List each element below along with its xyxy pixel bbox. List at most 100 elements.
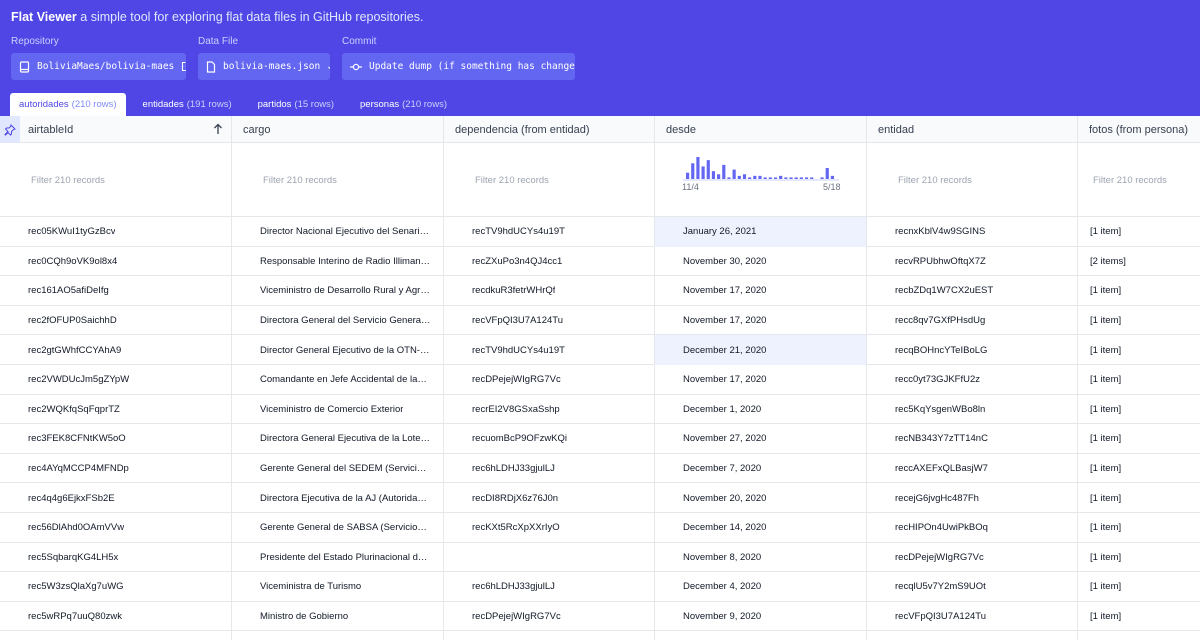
table-row[interactable]: rec05KWuI1tyGzBcv Director Nacional Ejecu… (0, 217, 1200, 247)
cell-cargo[interactable]: Directora Ejecutiva de la AJ (Autoridad … (232, 483, 444, 513)
cell-entidad[interactable]: rec5KqYsgenWBo8ln (867, 394, 1078, 425)
column-header-entidad[interactable]: entidad (867, 116, 1078, 143)
cell-airtableid[interactable]: rec5wRPq7uuQ80zwk (0, 601, 232, 632)
cell-airtableid[interactable]: rec4q4g6EjkxFSb2E (0, 483, 232, 513)
cell-cargo[interactable]: Viceministra de Turismo (232, 572, 444, 602)
cell-desde[interactable]: December 7, 2020 (655, 453, 867, 484)
download-arrow-icon[interactable] (327, 61, 330, 72)
date-histogram[interactable] (683, 154, 839, 186)
cell-entidad[interactable]: recejG6jvgHc487Fh (867, 483, 1078, 513)
column-header-dependencia[interactable]: dependencia (from entidad) (444, 116, 655, 143)
cell-desde[interactable]: November 17, 2020 (655, 365, 867, 395)
table-row[interactable]: rec0CQh9oVK9ol8x4 Responsable Interino de… (0, 246, 1200, 277)
cell-cargo[interactable]: Comandante en Jefe Accidental de las Fue… (232, 365, 444, 395)
histogram-bar[interactable] (779, 175, 783, 179)
cell-desde[interactable]: November 20, 2020 (655, 483, 867, 513)
cell-fotos[interactable]: [1 item] (1078, 335, 1200, 365)
cell-airtableid[interactable]: rec2fOFUP0SaichhD (0, 305, 232, 336)
filter-entidad[interactable]: Filter 210 records (867, 143, 1078, 217)
cell-entidad[interactable]: reccAXEFxQLBasjW7 (867, 453, 1078, 484)
cell-cargo[interactable]: Presidente del Estado Plurinacional de B… (232, 542, 444, 573)
cell-airtableid[interactable]: rec3FEK8CFNtKW5oO (0, 424, 232, 454)
histogram-bar[interactable] (773, 177, 778, 179)
filter-airtableid[interactable]: Filter 210 records (0, 143, 232, 217)
cell-cargo[interactable]: Ministro de Gobierno (232, 601, 444, 632)
cell-airtableid[interactable]: rec05KWuI1tyGzBcv (0, 217, 232, 247)
histogram-bar[interactable] (789, 177, 793, 179)
histogram-bar[interactable] (717, 174, 721, 179)
histogram-bar[interactable] (748, 177, 752, 179)
cell-desde[interactable]: November 27, 2020 (655, 424, 867, 454)
histogram-bar[interactable] (701, 166, 705, 179)
table-row[interactable]: rec4AYqMCCP4MFNDp Gerente General del SED… (0, 453, 1200, 484)
table-row[interactable]: rec161AO5afiDeIfg Viceministro de Desarro… (0, 276, 1200, 306)
histogram-bar[interactable] (784, 177, 788, 179)
cell-fotos[interactable]: [1 item] (1078, 306, 1200, 336)
histogram-bar[interactable] (804, 177, 809, 179)
cell-fotos[interactable]: [1 item] (1078, 276, 1200, 306)
cell-airtableid[interactable]: rec4AYqMCCP4MFNDp (0, 453, 232, 484)
cell-fotos[interactable]: [2 items] (1078, 247, 1200, 277)
table-row[interactable]: rec5wRPq7uuQ80zwk Ministro de Gobierno rec… (0, 601, 1200, 632)
histogram-bar[interactable] (691, 163, 695, 179)
histogram-bar[interactable] (794, 177, 798, 179)
histogram-bar[interactable] (820, 177, 824, 179)
cell-cargo[interactable]: Viceministro de Descolonización y Despat… (232, 631, 444, 640)
cell-entidad[interactable]: recDPejejWIgRG7Vc (867, 542, 1078, 573)
cell-cargo[interactable]: Gerente General de SABSA (Servicios de A… (232, 513, 444, 543)
table-row[interactable]: rec6N2HNTBByviXYSViceministro de Descolo… (0, 631, 1200, 640)
cell-dependencia[interactable]: rec6hLDHJ33gjulLJ (444, 453, 655, 484)
external-link-icon[interactable] (181, 61, 186, 72)
repository-button[interactable]: BoliviaMaes/bolivia-maes (11, 53, 186, 80)
cell-dependencia[interactable]: rec6hLDHJ33gjulLJ (444, 572, 655, 602)
table-row[interactable]: rec5W3zsQlaXg7uWG Viceministra de Turismo… (0, 572, 1200, 602)
cell-desde[interactable]: November 9, 2020 (655, 601, 867, 632)
histogram-bar[interactable] (737, 175, 741, 179)
cell-entidad[interactable]: recVFpQI3U7A124Tu (867, 601, 1078, 632)
cell-desde[interactable]: January 26, 2021 (655, 217, 867, 247)
table-row[interactable]: rec4q4g6EjkxFSb2E Directora Ejecutiva de … (0, 483, 1200, 513)
histogram-bar[interactable] (706, 160, 710, 179)
cell-airtableid[interactable]: rec2WQKfqSqFqprTZ (0, 394, 232, 425)
cell-fotos[interactable]: [1 item] (1078, 572, 1200, 602)
cell-desde[interactable]: December 21, 2020 (655, 335, 867, 365)
cell-dependencia[interactable]: recTV9hdUCYs4u19T (444, 335, 655, 365)
table-row[interactable]: rec2VWDUcJm5gZYpW Comandante en Jefe Acci… (0, 365, 1200, 395)
cell-fotos[interactable]: [1 item] (1078, 483, 1200, 513)
sort-arrow-up-icon[interactable] (213, 123, 223, 138)
tab-partidos[interactable]: partidos (15 rows) (249, 93, 343, 116)
cell-desde[interactable]: November 17, 2020 (655, 276, 867, 306)
cell-dependencia[interactable]: recVFpQI3U7A124Tu (444, 305, 655, 336)
histogram-bar[interactable] (758, 175, 762, 179)
filter-fotos[interactable]: Filter 210 records (1078, 143, 1200, 217)
histogram-bar[interactable] (763, 177, 767, 179)
histogram-bar[interactable] (727, 177, 731, 179)
column-header-desde[interactable]: desde (655, 116, 867, 143)
cell-dependencia[interactable]: recZXuPo3n4QJ4cc1 (444, 246, 655, 277)
histogram-bar[interactable] (799, 177, 803, 179)
cell-entidad[interactable]: recqBOHncYTeIBoLG (867, 335, 1078, 365)
cell-dependencia[interactable]: recDPejejWIgRG7Vc (444, 601, 655, 632)
cell-desde[interactable]: November 21, 2020 (655, 631, 867, 640)
cell-desde[interactable]: November 30, 2020 (655, 246, 867, 277)
column-header-cargo[interactable]: cargo (232, 116, 444, 143)
histogram-bar[interactable] (732, 169, 736, 179)
cell-fotos[interactable]: [1 item] (1078, 602, 1200, 632)
table-row[interactable]: rec2gtGWhfCCYAhA9 Director General Ejecut… (0, 335, 1200, 365)
cell-desde[interactable]: November 17, 2020 (655, 305, 867, 336)
histogram-bar[interactable] (696, 157, 700, 179)
cell-dependencia[interactable]: recKXt5RcXpXXrIyO (444, 513, 655, 543)
cell-airtableid[interactable]: rec6N2HNTBByviXYS (0, 631, 232, 640)
cell-entidad[interactable]: recgGEx0KyYdUyTBv (867, 631, 1078, 640)
cell-entidad[interactable]: recqlU5v7Y2mS9UOt (867, 572, 1078, 602)
table-row[interactable]: rec2WQKfqSqFqprTZ Viceministro de Comerci… (0, 394, 1200, 425)
cell-entidad[interactable]: recbZDq1W7CX2uEST (867, 276, 1078, 306)
cell-airtableid[interactable]: rec56DlAhd0OAmVVw (0, 513, 232, 543)
cell-desde[interactable]: December 4, 2020 (655, 572, 867, 602)
histogram-bar[interactable] (825, 168, 829, 179)
cell-desde[interactable]: November 8, 2020 (655, 542, 867, 573)
cell-dependencia[interactable]: recTV9hdUCYs4u19T (444, 217, 655, 247)
cell-dependencia[interactable]: recDI8RDjX6z76J0n (444, 483, 655, 513)
cell-cargo[interactable]: Director General Ejecutivo de la OTN-PB … (232, 335, 444, 365)
cell-desde[interactable]: December 1, 2020 (655, 394, 867, 425)
